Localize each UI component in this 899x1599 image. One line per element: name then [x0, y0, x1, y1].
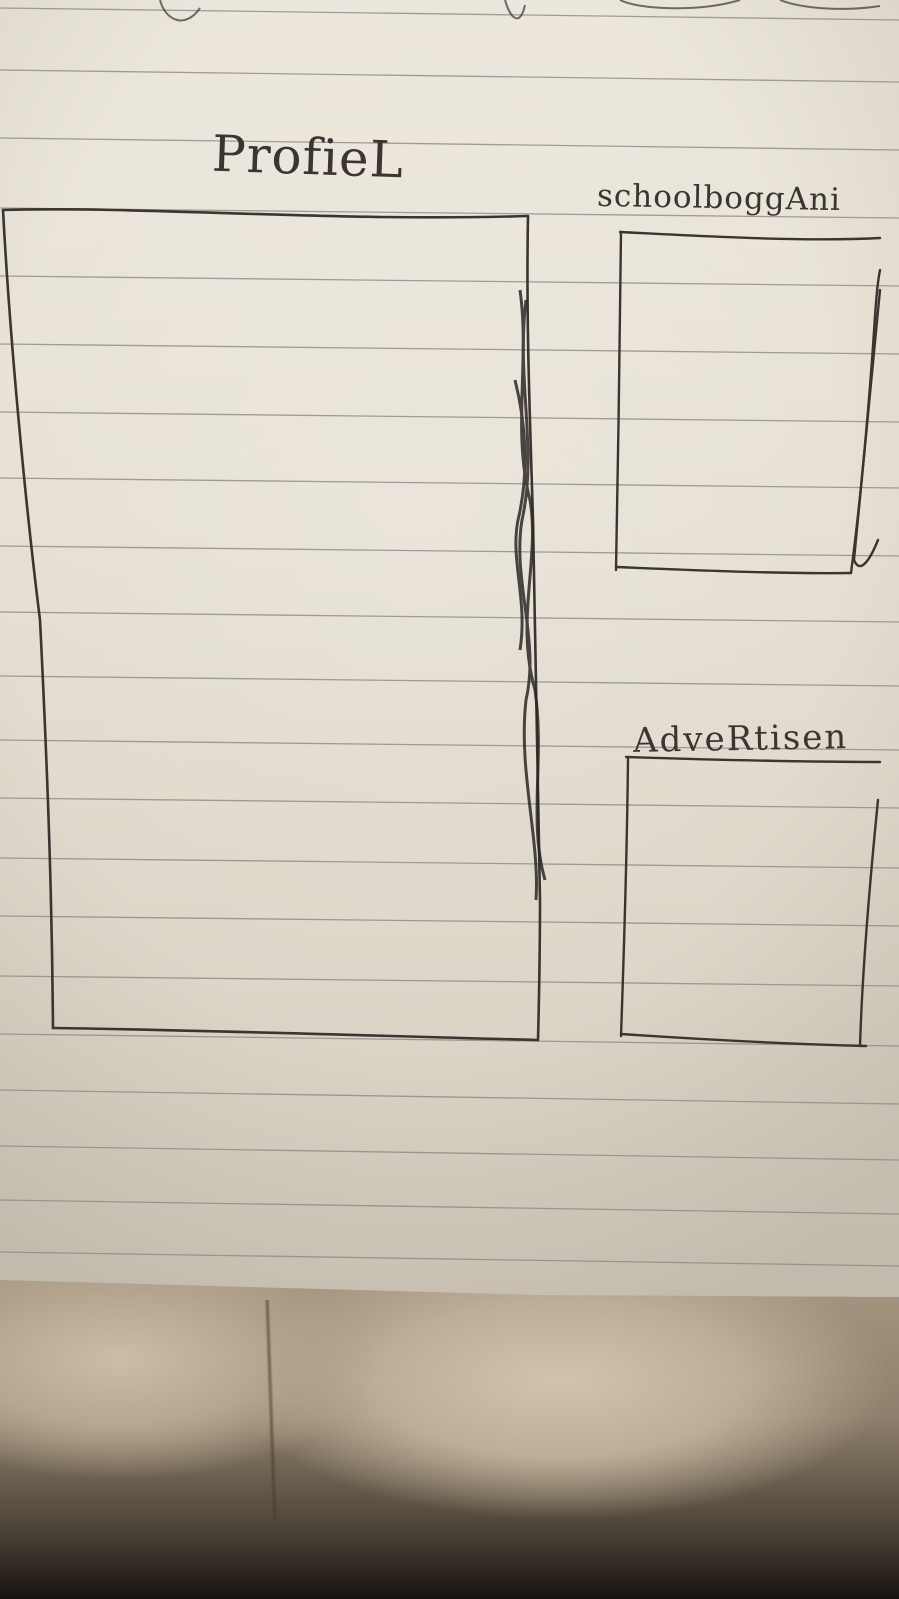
rule-line [0, 343, 899, 355]
wireframe-drawing [0, 0, 899, 1267]
rule-line [0, 1251, 899, 1267]
rule-line [0, 857, 899, 869]
rule-line [0, 797, 899, 809]
ad-box [619, 755, 882, 1048]
notebook-photo: ProfieL schoolboggAni AdveRtisen [0, 0, 899, 1599]
rule-line [0, 411, 899, 423]
rule-line [0, 915, 899, 927]
rule-line [0, 137, 899, 151]
rule-line [0, 1033, 899, 1047]
rule-line [0, 275, 899, 287]
profile-box [1, 208, 542, 1042]
rule-line [0, 69, 899, 83]
profile-label: ProfieL [211, 124, 405, 190]
rule-line [0, 675, 899, 687]
rule-line [0, 477, 899, 489]
top-scribble [159, 0, 881, 22]
rule-line [0, 975, 899, 987]
advertisement-label: AdveRtisen [632, 717, 849, 761]
school-label: schoolboggAni [596, 177, 842, 219]
rule-line [0, 545, 899, 557]
rule-line [0, 7, 899, 21]
rule-line [0, 1089, 899, 1105]
rule-line [0, 611, 899, 623]
rule-line [0, 1145, 899, 1161]
rule-line [0, 1199, 899, 1215]
